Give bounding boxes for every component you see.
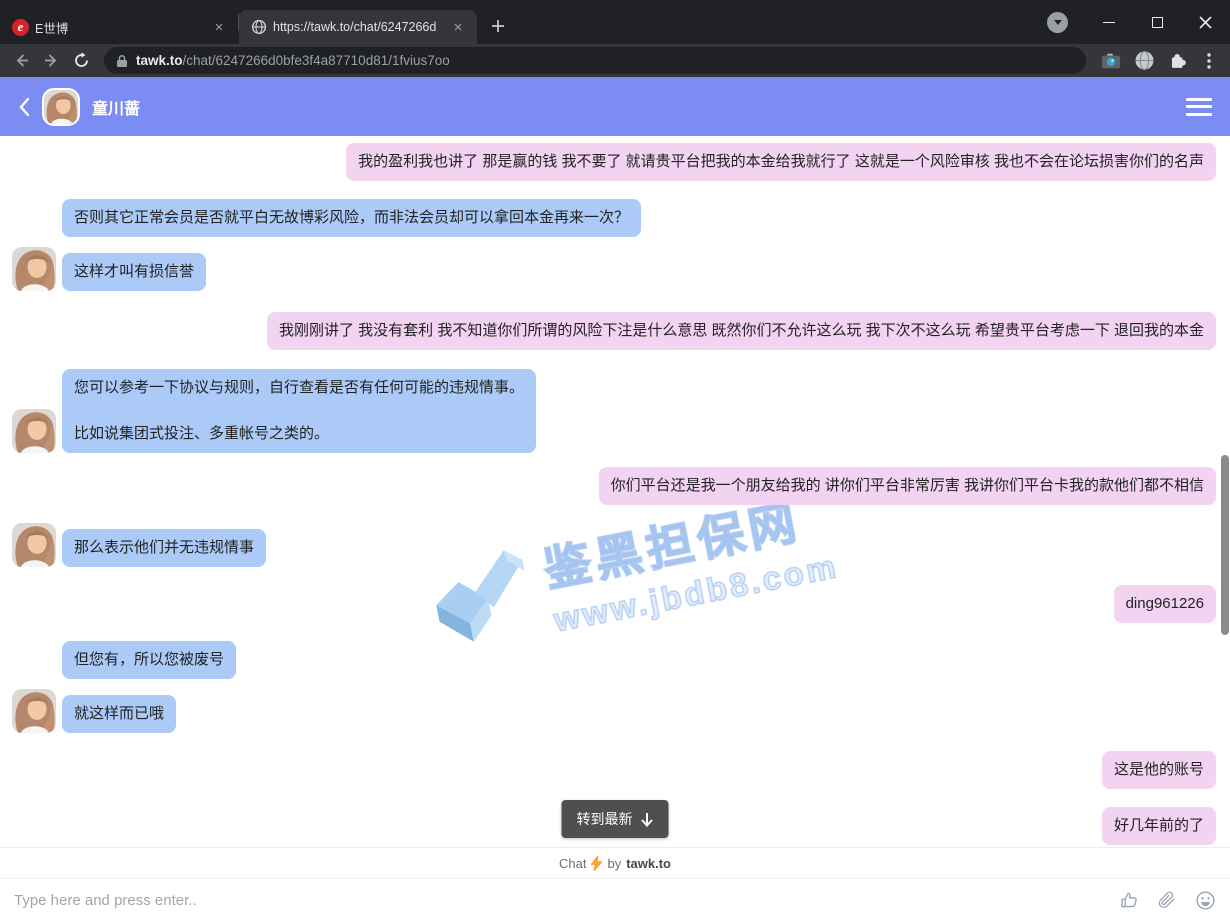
tawk-brand-row: Chat by tawk.to bbox=[0, 847, 1230, 878]
arrow-down-icon bbox=[641, 812, 654, 827]
agent-avatar bbox=[12, 689, 56, 733]
agent-bubble: 这样才叫有损信誉 bbox=[62, 253, 206, 291]
agent-avatar bbox=[12, 409, 56, 453]
lightning-bolt-icon bbox=[591, 856, 602, 871]
close-window-button[interactable] bbox=[1190, 7, 1220, 37]
maximize-icon bbox=[1152, 17, 1163, 28]
url-path: /chat/6247266d0bfe3f4a87710d81/1fvius7oo bbox=[183, 53, 450, 68]
reload-button[interactable] bbox=[68, 48, 94, 74]
bubble-line: 比如说集团式投注、多重帐号之类的。 bbox=[74, 425, 524, 443]
agent-bubble: 否则其它正常会员是否就平白无故博彩风险，而非法会员却可以拿回本金再来一次？ bbox=[62, 199, 641, 237]
agent-bubble: 就这样而已哦 bbox=[62, 695, 176, 733]
emoji-button[interactable] bbox=[1194, 889, 1216, 911]
message-list: 我的盈利我也讲了 那是赢的钱 我不要了 就请贵平台把我的本金给我就行了 这就是一… bbox=[0, 136, 1230, 845]
chat-scrollbar[interactable] bbox=[1221, 455, 1229, 635]
visitor-bubble: 这是他的账号 bbox=[1102, 751, 1216, 789]
minimize-button[interactable] bbox=[1094, 7, 1124, 37]
agent-bubble: 但您有，所以您被废号 bbox=[62, 641, 236, 679]
chat-message: 您可以参考一下协议与规则，自行查看是否有任何可能的违规情事。 比如说集团式投注、… bbox=[0, 369, 1230, 453]
lock-icon bbox=[116, 54, 128, 68]
browser-menu-icon[interactable] bbox=[1200, 52, 1218, 70]
globe-extension-icon[interactable] bbox=[1134, 50, 1155, 71]
smiley-icon bbox=[1195, 890, 1216, 911]
visitor-bubble: ding961226 bbox=[1114, 585, 1216, 623]
agent-avatar bbox=[42, 88, 80, 126]
visitor-bubble: 你们平台还是我一个朋友给我的 讲你们平台非常厉害 我讲你们平台卡我的款他们都不相… bbox=[599, 467, 1216, 505]
visitor-bubble: 我的盈利我也讲了 那是赢的钱 我不要了 就请贵平台把我的本金给我就行了 这就是一… bbox=[346, 143, 1216, 181]
arrow-right-icon bbox=[43, 52, 60, 69]
agent-bubble: 那么表示他们并无违规情事 bbox=[62, 529, 266, 567]
minimize-icon bbox=[1103, 22, 1115, 23]
tab-close-icon[interactable]: × bbox=[449, 18, 467, 36]
address-bar[interactable]: tawk.to/chat/6247266d0bfe3f4a87710d81/1f… bbox=[104, 47, 1086, 74]
maximize-button[interactable] bbox=[1142, 7, 1172, 37]
attach-file-button[interactable] bbox=[1156, 889, 1178, 911]
chat-menu-icon[interactable] bbox=[1186, 98, 1212, 116]
globe-favicon-icon bbox=[251, 19, 267, 35]
browser-navbar: tawk.to/chat/6247266d0bfe3f4a87710d81/1f… bbox=[0, 44, 1230, 77]
chat-message: 你们平台还是我一个朋友给我的 讲你们平台非常厉害 我讲你们平台卡我的款他们都不相… bbox=[0, 467, 1230, 505]
jump-to-latest-button[interactable]: 转到最新 bbox=[562, 800, 669, 838]
browser-tabstrip: e E世博 × https://tawk.to/chat/6247266d × bbox=[0, 0, 1230, 44]
chat-message: 否则其它正常会员是否就平白无故博彩风险，而非法会员却可以拿回本金再来一次？ bbox=[0, 199, 1230, 237]
forward-button[interactable] bbox=[38, 48, 64, 74]
back-button[interactable] bbox=[8, 48, 34, 74]
tab-close-icon[interactable]: × bbox=[210, 18, 228, 36]
screenshot-extension-icon[interactable] bbox=[1100, 51, 1122, 71]
agent-bubble: 您可以参考一下协议与规则，自行查看是否有任何可能的违规情事。 比如说集团式投注、… bbox=[62, 369, 536, 453]
brand-tawk-label[interactable]: tawk.to bbox=[626, 856, 671, 871]
thumbs-up-icon bbox=[1119, 890, 1140, 911]
url-host: tawk.to bbox=[136, 53, 183, 68]
plus-icon bbox=[491, 19, 505, 33]
bubble-line: 您可以参考一下协议与规则，自行查看是否有任何可能的违规情事。 bbox=[74, 379, 524, 397]
chevron-down-icon bbox=[1054, 20, 1062, 25]
tab-esports[interactable]: e E世博 × bbox=[0, 10, 238, 44]
new-tab-button[interactable] bbox=[485, 13, 511, 39]
tab-search-button[interactable] bbox=[1047, 12, 1068, 33]
agent-name: 童川蔷 bbox=[92, 95, 1174, 119]
chat-message: 这样才叫有损信誉 bbox=[0, 247, 1230, 291]
brand-by-label: by bbox=[607, 856, 621, 871]
reload-icon bbox=[73, 52, 90, 69]
composer bbox=[0, 878, 1230, 921]
tab-tawk-chat[interactable]: https://tawk.to/chat/6247266d × bbox=[239, 10, 477, 44]
chat-message: 这是他的账号 bbox=[0, 751, 1230, 789]
paperclip-icon bbox=[1157, 890, 1177, 911]
visitor-bubble: 好几年前的了 bbox=[1102, 807, 1216, 845]
chat-viewport: 鉴黑担保网 www.jbdb8.com 我的盈利我也讲了 那是赢的钱 我不要了 … bbox=[0, 136, 1230, 847]
jump-to-latest-label: 转到最新 bbox=[577, 809, 633, 829]
chat-message: 我刚刚讲了 我没有套利 我不知道你们所谓的风险下注是什么意思 既然你们不允许这么… bbox=[0, 312, 1230, 350]
close-icon bbox=[1199, 16, 1212, 29]
chat-message: ding961226 bbox=[0, 585, 1230, 623]
arrow-left-icon bbox=[13, 52, 30, 69]
tab-title: E世博 bbox=[35, 18, 204, 37]
brand-chat-label: Chat bbox=[559, 856, 586, 871]
chat-message: 就这样而已哦 bbox=[0, 689, 1230, 733]
visitor-bubble: 我刚刚讲了 我没有套利 我不知道你们所谓的风险下注是什么意思 既然你们不允许这么… bbox=[267, 312, 1216, 350]
back-chevron-icon[interactable] bbox=[18, 97, 30, 117]
extensions-puzzle-icon[interactable] bbox=[1167, 50, 1188, 71]
chat-message: 那么表示他们并无违规情事 bbox=[0, 523, 1230, 567]
chat-header: 童川蔷 bbox=[0, 77, 1230, 136]
agent-avatar bbox=[12, 523, 56, 567]
tab-title: https://tawk.to/chat/6247266d bbox=[273, 20, 443, 34]
agent-avatar bbox=[12, 247, 56, 291]
message-input[interactable] bbox=[14, 892, 1102, 909]
chat-message: 我的盈利我也讲了 那是赢的钱 我不要了 就请贵平台把我的本金给我就行了 这就是一… bbox=[0, 143, 1230, 181]
chat-message: 但您有，所以您被废号 bbox=[0, 641, 1230, 679]
thumbs-up-button[interactable] bbox=[1118, 889, 1140, 911]
esports-favicon-icon: e bbox=[12, 19, 29, 36]
